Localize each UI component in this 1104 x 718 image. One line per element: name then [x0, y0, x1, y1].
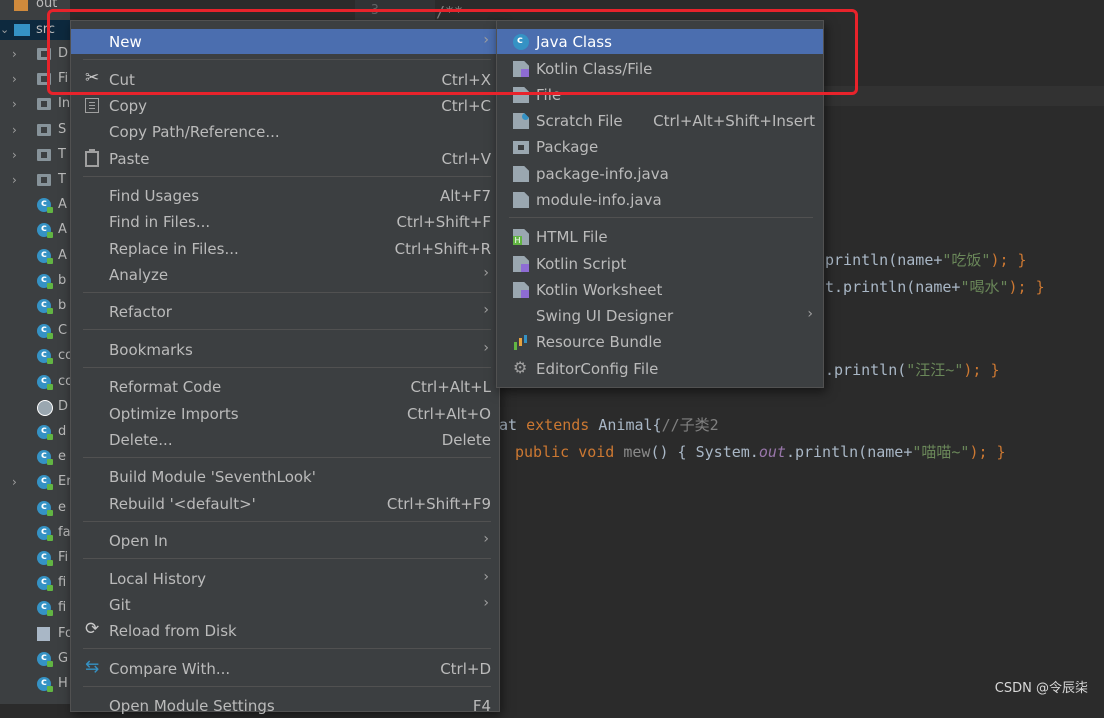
chevron-right-icon: › — [483, 302, 489, 318]
code-comment: /** — [436, 3, 464, 21]
scratch-file-icon — [513, 113, 529, 129]
menu-item-find-usages[interactable]: Find Usages Alt+F7 — [71, 183, 499, 208]
menu-separator — [83, 59, 491, 60]
kotlin-script-icon — [513, 256, 529, 272]
menu-separator — [83, 176, 491, 177]
menu-item-package[interactable]: Package — [497, 134, 823, 159]
menu-item-find-in-files[interactable]: Find in Files... Ctrl+Shift+F — [71, 209, 499, 234]
code-line: Cat extends Animal{//子类2 — [490, 416, 719, 434]
menu-item-compare-with[interactable]: Compare With...Ctrl+D — [71, 656, 499, 681]
new-submenu: Java Class Kotlin Class/File File Scratc… — [496, 20, 824, 388]
menu-item-open-module-settings[interactable]: Open Module Settings F4 — [71, 693, 499, 718]
menu-item-local-history[interactable]: Local History › — [71, 566, 499, 591]
menu-item-new[interactable]: New › — [71, 29, 499, 54]
menu-item-open-in[interactable]: Open In › — [71, 528, 499, 553]
chevron-right-icon: › — [483, 340, 489, 356]
menu-separator — [83, 329, 491, 330]
compare-icon — [85, 657, 101, 677]
html-file-icon — [513, 229, 529, 245]
menu-item-optimize-imports[interactable]: Optimize Imports Ctrl+Alt+O — [71, 401, 499, 426]
context-menu: New› CutCtrl+X CopyCtrl+C Copy Path/Refe… — [70, 20, 500, 715]
menu-item-git[interactable]: Git › — [71, 592, 499, 617]
menu-item-kotlin-script[interactable]: Kotlin Script — [497, 251, 823, 276]
kotlin-worksheet-icon — [513, 282, 529, 298]
scissors-icon — [85, 68, 101, 88]
menu-item-reload-from-disk[interactable]: Reload from Disk — [71, 618, 499, 643]
chevron-right-icon: › — [483, 265, 489, 281]
menu-item-replace-in-files[interactable]: Replace in Files... Ctrl+Shift+R — [71, 236, 499, 261]
menu-separator — [83, 648, 491, 649]
menu-item-refactor[interactable]: Refactor › — [71, 299, 499, 324]
menu-item-cut[interactable]: CutCtrl+X — [71, 67, 499, 92]
menu-item-kotlin-class[interactable]: Kotlin Class/File — [497, 56, 823, 81]
menu-separator — [83, 558, 491, 559]
menu-item-copy[interactable]: Copy Ctrl+C — [71, 93, 499, 118]
code-line: t.println(name+"喝水"); } — [825, 278, 1045, 296]
menu-item-file[interactable]: File — [497, 82, 823, 107]
menu-item-delete[interactable]: Delete... Delete — [71, 427, 499, 452]
menu-item-java-class[interactable]: Java Class — [497, 29, 823, 54]
resource-bundle-icon — [513, 334, 529, 350]
line-number: 3 — [371, 3, 379, 18]
menu-item-copy-path[interactable]: Copy Path/Reference... — [71, 119, 499, 144]
java-class-icon — [513, 34, 529, 50]
menu-separator — [83, 686, 491, 687]
chevron-right-icon: › — [483, 531, 489, 547]
menu-item-swing-ui-designer[interactable]: Swing UI Designer › — [497, 303, 823, 328]
menu-item-module-info[interactable]: module-info.java — [497, 187, 823, 212]
code-line: println(name+"吃饭"); } — [825, 251, 1027, 269]
menu-item-package-info[interactable]: package-info.java — [497, 161, 823, 186]
copy-icon — [85, 98, 99, 113]
menu-item-analyze[interactable]: Analyze › — [71, 262, 499, 287]
menu-item-editorconfig[interactable]: EditorConfig File — [497, 356, 823, 381]
java-file-icon — [513, 192, 529, 208]
menu-separator — [83, 521, 491, 522]
java-file-icon — [513, 166, 529, 182]
reload-icon — [85, 619, 101, 639]
code-line: public void mew() { System.out.println(n… — [515, 443, 1006, 461]
gear-icon — [513, 358, 529, 377]
menu-separator — [509, 217, 813, 218]
menu-item-reformat-code[interactable]: Reformat Code Ctrl+Alt+L — [71, 374, 499, 399]
chevron-right-icon: › — [483, 595, 489, 611]
file-icon — [513, 87, 529, 103]
menu-item-kotlin-worksheet[interactable]: Kotlin Worksheet — [497, 277, 823, 302]
chevron-right-icon: › — [483, 32, 489, 48]
clipboard-icon — [85, 149, 99, 167]
menu-item-scratch-file[interactable]: Scratch File Ctrl+Alt+Shift+Insert — [497, 108, 823, 133]
menu-item-bookmarks[interactable]: Bookmarks › — [71, 337, 499, 362]
menu-separator — [83, 367, 491, 368]
menu-separator — [83, 292, 491, 293]
menu-item-build-module[interactable]: Build Module 'SeventhLook' — [71, 464, 499, 489]
chevron-right-icon: › — [483, 569, 489, 585]
menu-item-rebuild[interactable]: Rebuild '<default>' Ctrl+Shift+F9 — [71, 491, 499, 516]
package-icon — [513, 141, 529, 154]
menu-item-html-file[interactable]: HTML File — [497, 224, 823, 249]
watermark: CSDN @令辰柒 — [994, 681, 1088, 696]
chevron-right-icon: › — [807, 306, 813, 322]
menu-item-resource-bundle[interactable]: Resource Bundle — [497, 329, 823, 354]
menu-separator — [83, 457, 491, 458]
menu-item-paste[interactable]: Paste Ctrl+V — [71, 146, 499, 171]
kotlin-file-icon — [513, 61, 529, 77]
code-line: .println("汪汪~"); } — [825, 361, 1000, 379]
